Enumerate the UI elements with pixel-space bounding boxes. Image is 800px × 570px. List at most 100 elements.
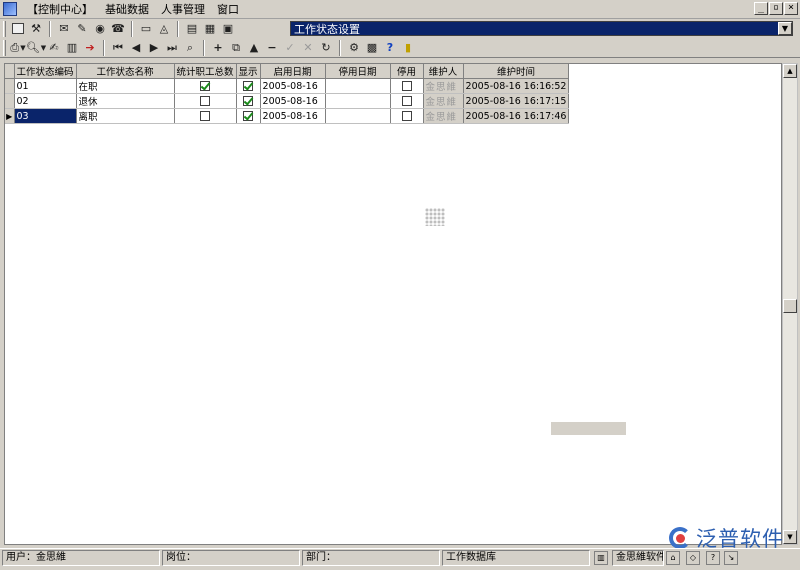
chart-icon[interactable]: ◬: [155, 20, 173, 37]
restore-button[interactable]: ▫: [769, 2, 783, 15]
last-icon[interactable]: ⏭: [163, 39, 181, 56]
display-checkbox[interactable]: [243, 111, 254, 121]
start-date-cell[interactable]: 2005-08-16: [260, 78, 326, 94]
preview-icon[interactable]: 🔍︎ ▼: [26, 39, 46, 56]
scroll-thumb[interactable]: [783, 299, 797, 313]
display-checkbox[interactable]: [243, 96, 254, 106]
row-indicator[interactable]: ▶: [5, 108, 15, 124]
find-icon[interactable]: ⌕: [181, 39, 199, 56]
row-indicator[interactable]: [5, 78, 15, 94]
disabled-cell[interactable]: [390, 108, 424, 124]
globe-icon[interactable]: ◉: [91, 20, 109, 37]
stop-date-cell[interactable]: [325, 78, 391, 94]
table-row[interactable]: 02 退休 2005-08-16 金思維 2005-08-16 16:17:15: [5, 93, 570, 109]
status-position: 岗位：: [162, 550, 300, 566]
name-cell[interactable]: 退休: [76, 93, 175, 109]
column-header[interactable]: 工作状态编码: [14, 64, 77, 79]
row-indicator[interactable]: [5, 93, 15, 109]
add-icon[interactable]: +: [209, 39, 227, 56]
cancel-icon[interactable]: ✕: [299, 39, 317, 56]
start-date-cell[interactable]: 2005-08-16: [260, 108, 326, 124]
copy-icon[interactable]: ⧉: [227, 39, 245, 56]
calendar-icon[interactable]: ▥: [63, 39, 81, 56]
form-selector[interactable]: 工作状态设置 ▼: [290, 21, 793, 36]
group-icon[interactable]: ⚙: [345, 39, 363, 56]
up-icon[interactable]: ▲: [245, 39, 263, 56]
monitor-icon[interactable]: ▭: [137, 20, 155, 37]
arrow-icon[interactable]: ↘: [724, 551, 738, 565]
window-icon[interactable]: [9, 20, 27, 37]
stop-date-cell[interactable]: [325, 108, 391, 124]
code-cell[interactable]: 02: [14, 93, 77, 109]
count-staff-cell[interactable]: [174, 78, 237, 94]
disabled-checkbox[interactable]: [401, 81, 412, 91]
prev-icon[interactable]: ◀: [127, 39, 145, 56]
disabled-checkbox[interactable]: [401, 96, 412, 106]
count-staff-cell[interactable]: [174, 93, 237, 109]
column-header[interactable]: 维护人: [423, 64, 464, 79]
close-button[interactable]: ×: [784, 2, 798, 15]
column-header[interactable]: 显示: [236, 64, 261, 79]
scroll-down-button[interactable]: ▼: [783, 530, 797, 544]
menu-control-center[interactable]: 【控制中心】: [21, 1, 99, 18]
calc-icon[interactable]: ▩: [363, 39, 381, 56]
delete-icon[interactable]: −: [263, 39, 281, 56]
display-checkbox[interactable]: [243, 81, 254, 91]
name-cell[interactable]: 离职: [76, 108, 175, 124]
column-header[interactable]: 启用日期: [260, 64, 326, 79]
menu-basic-data[interactable]: 基础数据: [99, 1, 155, 18]
minimize-button[interactable]: _: [754, 2, 768, 15]
disabled-cell[interactable]: [390, 93, 424, 109]
first-icon[interactable]: ⏮: [109, 39, 127, 56]
help-icon[interactable]: ?: [381, 39, 399, 56]
keyboard-icon[interactable]: ▥: [594, 551, 608, 565]
next-icon[interactable]: ▶: [145, 39, 163, 56]
column-header[interactable]: 维护时间: [463, 64, 570, 79]
display-cell[interactable]: [236, 93, 261, 109]
count-staff-checkbox[interactable]: [200, 96, 211, 106]
edit-icon[interactable]: ✍: [45, 39, 63, 56]
column-header[interactable]: 工作状态名称: [76, 64, 175, 79]
count-staff-checkbox[interactable]: [200, 81, 211, 91]
help-small-icon[interactable]: ?: [706, 551, 720, 565]
edit-icon[interactable]: ✎: [73, 20, 91, 37]
scroll-up-button[interactable]: ▲: [783, 64, 797, 78]
tools-icon[interactable]: ⚒: [27, 20, 45, 37]
form-icon[interactable]: ▦: [201, 20, 219, 37]
chevron-down-icon[interactable]: ▼: [778, 22, 792, 35]
print-icon[interactable]: ⎙ ▼: [9, 39, 27, 56]
report-icon[interactable]: ▣: [219, 20, 237, 37]
doc-icon[interactable]: ▤: [183, 20, 201, 37]
phone-icon[interactable]: ☎: [109, 20, 127, 37]
column-header[interactable]: 统计职工总数: [174, 64, 237, 79]
table-row[interactable]: ▶ 03 离职 2005-08-16 金思維 2005-08-16 16:17:46: [5, 108, 570, 124]
toolbar-grip[interactable]: [3, 20, 6, 37]
menu-hr[interactable]: 人事管理: [155, 1, 211, 18]
mail-icon[interactable]: ✉: [55, 20, 73, 37]
app-icon[interactable]: [3, 2, 17, 16]
toolbar-grip[interactable]: [3, 39, 6, 56]
column-header[interactable]: 停用: [390, 64, 424, 79]
count-staff-checkbox[interactable]: [200, 111, 211, 121]
column-header[interactable]: 停用日期: [325, 64, 391, 79]
display-cell[interactable]: [236, 78, 261, 94]
name-cell[interactable]: 在职: [76, 78, 175, 94]
vertical-scrollbar[interactable]: ▲ ▼: [782, 63, 798, 545]
table-row[interactable]: 01 在职 2005-08-16 金思維 2005-08-16 16:16:52: [5, 78, 570, 94]
display-cell[interactable]: [236, 108, 261, 124]
stop-date-cell[interactable]: [325, 93, 391, 109]
ime-icon[interactable]: ⌂: [666, 551, 680, 565]
code-cell[interactable]: 03: [14, 108, 77, 124]
exit-icon[interactable]: ▮: [399, 39, 417, 56]
export-icon[interactable]: ➔: [81, 39, 99, 56]
disabled-cell[interactable]: [390, 78, 424, 94]
refresh-icon[interactable]: ↻: [317, 39, 335, 56]
count-staff-cell[interactable]: [174, 108, 237, 124]
disabled-checkbox[interactable]: [401, 111, 412, 121]
start-date-cell[interactable]: 2005-08-16: [260, 93, 326, 109]
code-cell[interactable]: 01: [14, 78, 77, 94]
menu-window[interactable]: 窗口: [211, 1, 245, 18]
diamond-icon[interactable]: ◇: [686, 551, 700, 565]
confirm-icon[interactable]: ✓: [281, 39, 299, 56]
data-grid[interactable]: 工作状态编码 工作状态名称 统计职工总数 显示 启用日期 停用日期 停用 维护人…: [4, 63, 782, 545]
